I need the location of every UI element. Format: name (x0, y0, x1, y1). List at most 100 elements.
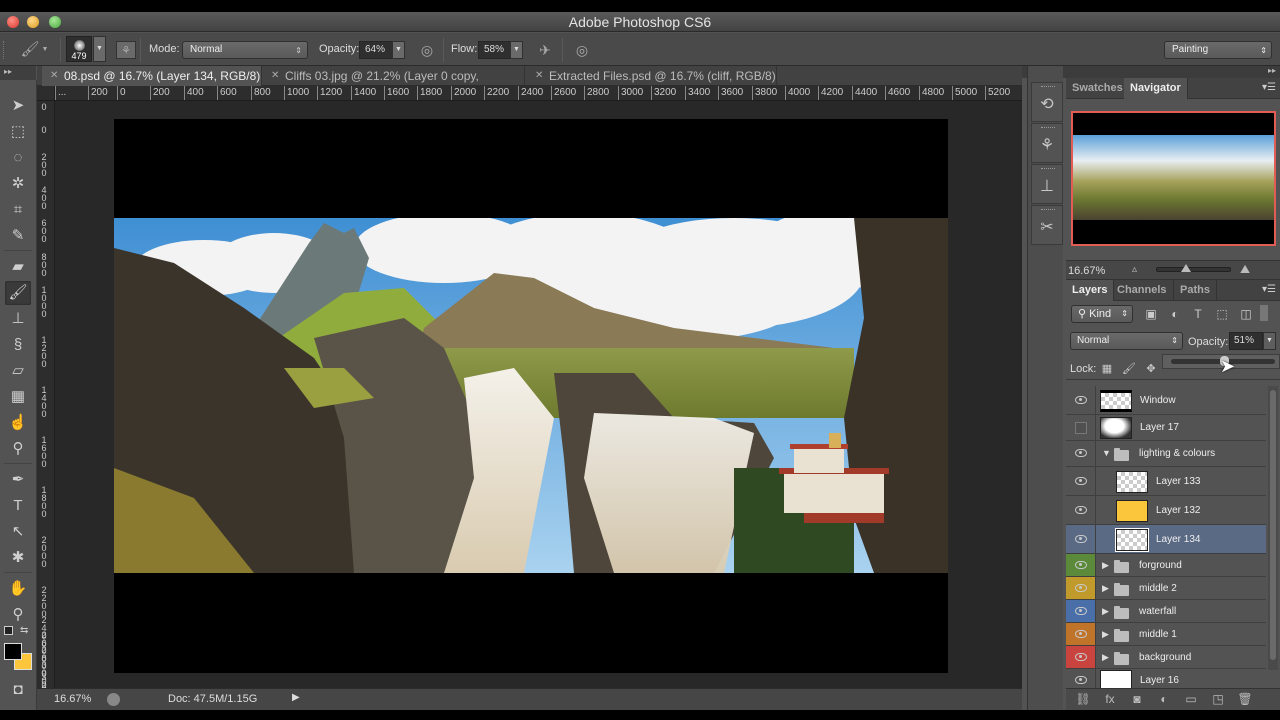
layer-row[interactable]: ▶ waterfall (1066, 600, 1266, 623)
eyedropper-tool[interactable]: ✎ (5, 224, 31, 248)
filter-adjustment-icon[interactable]: ◐ (1166, 305, 1184, 323)
visibility-toggle[interactable] (1066, 554, 1096, 576)
expand-group-icon[interactable]: ▶ (1102, 583, 1109, 594)
layer-row[interactable]: Layer 17 (1066, 415, 1266, 441)
visibility-toggle[interactable] (1066, 496, 1096, 524)
type-tool[interactable]: T (5, 494, 31, 518)
lock-position-icon[interactable]: ✥ (1144, 362, 1158, 376)
flow-dropdown[interactable]: ▼ (510, 41, 523, 59)
airbrush-icon[interactable]: ✈ (535, 41, 555, 59)
filter-type-icon[interactable]: T (1189, 305, 1207, 323)
expand-group-icon[interactable]: ▶ (1102, 652, 1109, 663)
filter-smart-object-icon[interactable]: ◫ (1237, 305, 1255, 323)
filter-kind-select[interactable]: ⚲ Kind ⇕ (1071, 305, 1133, 323)
layer-row[interactable]: Layer 132 (1066, 496, 1266, 525)
fx-icon[interactable]: fx (1101, 692, 1119, 708)
ruler-origin[interactable] (37, 86, 55, 101)
filter-pixel-icon[interactable]: ▣ (1142, 305, 1160, 323)
visibility-toggle[interactable] (1066, 386, 1096, 414)
zoom-level[interactable]: 16.67% (54, 693, 91, 705)
blur-tool[interactable]: ☝ (5, 411, 31, 435)
crop-tool[interactable]: ⌗ (5, 198, 31, 222)
brush-preset-icon[interactable]: 🖌 (20, 41, 40, 59)
toolbar-grip[interactable]: ▸▸ (0, 66, 36, 80)
layer-row[interactable]: ▶ middle 2 (1066, 577, 1266, 600)
layer-row[interactable]: Window (1066, 386, 1266, 415)
close-window-button[interactable] (7, 16, 19, 28)
canvas-area[interactable] (55, 101, 1022, 688)
mask-icon[interactable]: ◙ (1128, 692, 1146, 708)
flow-input[interactable]: 58% (478, 41, 511, 59)
layer-opacity-dropdown[interactable]: ▼ (1263, 332, 1276, 350)
layer-row[interactable]: ▶ forground (1066, 554, 1266, 577)
maximize-window-button[interactable] (49, 16, 61, 28)
collapse-group-icon[interactable]: ▼ (1102, 448, 1111, 458)
lock-transparent-icon[interactable]: ▦ (1100, 362, 1114, 376)
pressure-size-icon[interactable]: ◎ (572, 41, 592, 59)
visibility-toggle[interactable] (1066, 646, 1096, 668)
history-brush-tool[interactable]: § (5, 333, 31, 357)
layers-scrollbar[interactable] (1268, 386, 1278, 670)
visibility-toggle[interactable] (1066, 623, 1096, 645)
expand-group-icon[interactable]: ▶ (1102, 560, 1109, 571)
zoom-tool[interactable]: ⚲ (5, 603, 31, 627)
expand-panels-button[interactable]: ▸▸ (1066, 66, 1280, 78)
navigator-preview[interactable] (1071, 111, 1276, 246)
gradient-tool[interactable]: ▦ (5, 385, 31, 409)
layer-opacity-input[interactable]: 51% (1229, 332, 1263, 350)
expand-group-icon[interactable]: ▶ (1102, 629, 1109, 640)
swap-colors-icon[interactable]: ⇆ (20, 625, 28, 636)
navigator-zoom-thumb[interactable] (1180, 264, 1191, 272)
opacity-input[interactable]: 64% (359, 41, 393, 59)
close-tab-icon[interactable]: ✕ (271, 66, 279, 86)
shape-tool[interactable]: ✱ (5, 546, 31, 570)
horizontal-ruler[interactable]: ... 200 0 200 400 600 800 1000 1200 1400 1600 1800 2… (55, 86, 1022, 101)
layer-row[interactable]: ▶ middle 1 (1066, 623, 1266, 646)
expand-group-icon[interactable]: ▶ (1102, 606, 1109, 617)
filter-toggle[interactable] (1260, 305, 1268, 321)
brush-size-preview[interactable]: 479 (66, 36, 92, 62)
clone-source-panel-button[interactable]: ⊥ (1031, 164, 1063, 204)
zoom-in-icon[interactable]: ⛰ (1240, 262, 1250, 277)
workspace-select[interactable]: Painting ⇕ (1164, 41, 1272, 59)
minimize-window-button[interactable] (27, 16, 39, 28)
blend-mode-select[interactable]: Normal ⇕ (1070, 332, 1183, 350)
link-icon[interactable]: ⛓ (1074, 692, 1092, 708)
clone-stamp-tool[interactable]: ⊥ (5, 307, 31, 331)
opacity-dropdown[interactable]: ▼ (392, 41, 405, 59)
layer-row[interactable]: Layer 134 (1066, 525, 1266, 554)
magic-wand-tool[interactable]: ✲ (5, 172, 31, 196)
path-selection-tool[interactable]: ↖ (5, 520, 31, 544)
doc-size-info[interactable]: Doc: 47.5M/1.15G (168, 693, 257, 705)
zoom-out-icon[interactable]: ▵ (1132, 264, 1137, 275)
tab-channels[interactable]: Channels (1111, 280, 1174, 301)
visibility-toggle[interactable] (1066, 441, 1096, 466)
dodge-tool[interactable]: ⚲ (5, 437, 31, 461)
eraser-tool[interactable]: ▱ (5, 359, 31, 383)
tool-presets-panel-button[interactable]: ✂ (1031, 205, 1063, 245)
brush-presets-panel-button[interactable]: ⚘ (1031, 123, 1063, 163)
pen-tool[interactable]: ✒ (5, 468, 31, 492)
close-tab-icon[interactable]: ✕ (535, 66, 543, 86)
navigator-zoom-value[interactable]: 16.67% (1068, 265, 1105, 277)
brush-picker-dropdown[interactable]: ▼ (93, 36, 106, 62)
panel-menu-icon[interactable]: ▾☰ (1262, 82, 1276, 93)
vertical-ruler[interactable]: 0 0 200 400 600 800 1000 1200 1400 1600 1800 2000 22… (37, 101, 55, 688)
lock-image-icon[interactable]: 🖌 (1122, 362, 1136, 376)
visibility-toggle[interactable] (1066, 467, 1096, 495)
lasso-tool[interactable]: ◌ (5, 146, 31, 170)
brush-panel-toggle-icon[interactable]: ⚘ (116, 41, 136, 59)
navigator-zoom-slider[interactable] (1156, 264, 1231, 272)
tab-layers[interactable]: Layers (1066, 280, 1115, 301)
layer-row[interactable]: Layer 16 (1066, 669, 1266, 690)
default-colors-icon[interactable] (4, 626, 13, 635)
hand-tool[interactable]: ✋ (5, 577, 31, 601)
foreground-color-swatch[interactable] (4, 643, 22, 660)
mode-select[interactable]: Normal ⇕ (182, 41, 308, 59)
quick-mask-tool[interactable]: ◘ (5, 678, 31, 702)
composite-landscape-image[interactable] (114, 218, 948, 573)
tab-cliffs-03[interactable]: ✕Cliffs 03.jpg @ 21.2% (Layer 0 copy, RG… (263, 66, 525, 103)
brush-tool[interactable]: 🖌 (5, 281, 31, 305)
layer-row[interactable]: Layer 133 (1066, 467, 1266, 496)
group-icon[interactable]: ▭ (1182, 692, 1200, 708)
